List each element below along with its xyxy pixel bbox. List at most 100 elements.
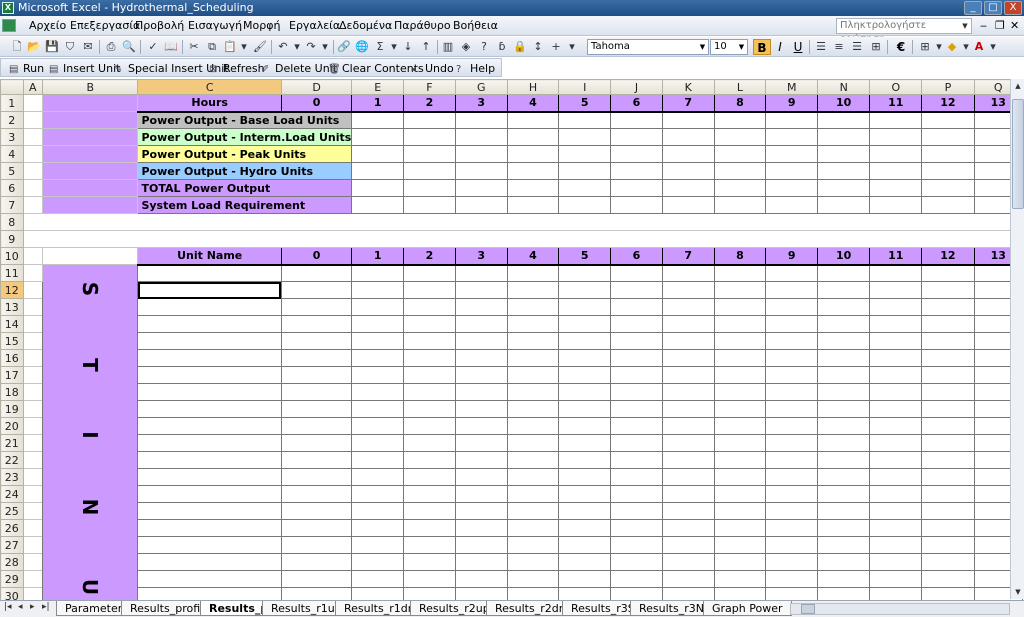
value-cell[interactable] (921, 366, 975, 384)
value-cell[interactable] (351, 264, 405, 282)
value-cell[interactable] (403, 281, 456, 299)
value-cell[interactable] (506, 162, 560, 180)
value-cell[interactable] (403, 400, 456, 418)
value-cell[interactable] (661, 468, 715, 486)
cell[interactable] (42, 179, 139, 197)
value-cell[interactable] (454, 400, 508, 418)
row-header[interactable]: 13 (0, 298, 24, 316)
value-cell[interactable] (454, 536, 508, 554)
cell[interactable] (22, 536, 44, 554)
value-cell[interactable] (351, 315, 405, 333)
row-header[interactable]: 12 (0, 281, 24, 299)
value-cell[interactable] (610, 179, 663, 197)
cell[interactable] (506, 213, 560, 231)
value-cell[interactable] (454, 519, 508, 537)
cell[interactable] (610, 230, 663, 248)
value-cell[interactable] (403, 179, 456, 197)
column-header[interactable]: O (869, 79, 923, 95)
value-cell[interactable] (610, 383, 663, 401)
value-cell[interactable] (506, 485, 560, 503)
format-painter-icon[interactable]: 🖌 (253, 40, 267, 54)
value-cell[interactable] (351, 179, 405, 197)
value-cell[interactable] (610, 128, 663, 146)
value-cell[interactable] (765, 298, 819, 316)
scroll-thumb[interactable] (1012, 99, 1024, 209)
value-cell[interactable] (454, 179, 508, 197)
value-cell[interactable] (280, 366, 353, 384)
row-header[interactable]: 29 (0, 570, 24, 588)
scroll-down-icon[interactable]: ▼ (1012, 585, 1024, 599)
first-sheet-icon[interactable]: |◂ (4, 602, 12, 612)
value-cell[interactable] (817, 383, 871, 401)
column-header[interactable]: H (506, 79, 560, 95)
value-cell[interactable] (661, 400, 715, 418)
row-header[interactable]: 14 (0, 315, 24, 333)
value-cell[interactable] (661, 145, 715, 163)
unit-name-cell[interactable] (137, 434, 282, 452)
column-header[interactable]: C (137, 79, 282, 95)
print-preview-icon[interactable]: 🔍 (122, 40, 136, 54)
value-cell[interactable] (558, 179, 612, 197)
value-cell[interactable] (661, 298, 715, 316)
clear-contents-button[interactable]: 🗑Clear Contents (328, 61, 424, 76)
value-cell[interactable] (454, 451, 508, 469)
value-cell[interactable] (403, 553, 456, 571)
value-cell[interactable] (661, 264, 715, 282)
value-cell[interactable] (610, 553, 663, 571)
cell[interactable] (22, 383, 44, 401)
value-cell[interactable] (558, 111, 612, 129)
row-header[interactable]: 3 (0, 128, 24, 146)
chevron-down-icon[interactable]: ▾ (387, 40, 401, 54)
value-cell[interactable] (403, 451, 456, 469)
cell[interactable] (42, 128, 139, 146)
value-cell[interactable] (558, 536, 612, 554)
value-cell[interactable] (558, 417, 612, 435)
value-cell[interactable] (661, 434, 715, 452)
value-cell[interactable] (817, 519, 871, 537)
excel-app-icon[interactable]: X (2, 2, 14, 14)
value-cell[interactable] (817, 298, 871, 316)
value-cell[interactable] (610, 298, 663, 316)
value-cell[interactable] (280, 315, 353, 333)
value-cell[interactable] (558, 264, 612, 282)
cell[interactable] (22, 230, 44, 248)
align-left-icon[interactable]: ☰ (814, 40, 828, 54)
value-cell[interactable] (558, 298, 612, 316)
value-cell[interactable] (454, 298, 508, 316)
value-cell[interactable] (506, 298, 560, 316)
value-cell[interactable] (869, 196, 923, 214)
value-cell[interactable] (454, 281, 508, 299)
byte-icon[interactable]: ɓ (495, 40, 509, 54)
value-cell[interactable] (403, 570, 456, 588)
cell[interactable] (22, 417, 44, 435)
run-button[interactable]: ▤ Run (9, 61, 44, 76)
unit-name-cell[interactable] (137, 451, 282, 469)
value-cell[interactable] (351, 366, 405, 384)
value-cell[interactable] (817, 485, 871, 503)
spreadsheet-grid[interactable]: A B C D E F G H I J K L M N O P Q 1 Hours 0 1 2 3 4 5 6 7 8 9 10 11 12 1… (0, 79, 1024, 605)
menu-edit[interactable]: Επεξεργασία (70, 19, 140, 32)
cell[interactable] (42, 196, 139, 214)
cell[interactable] (403, 213, 456, 231)
select-all-corner[interactable] (0, 79, 24, 95)
unit-name-cell[interactable] (137, 485, 282, 503)
row-header[interactable]: 22 (0, 451, 24, 469)
value-cell[interactable] (454, 434, 508, 452)
value-cell[interactable] (713, 196, 767, 214)
value-cell[interactable] (280, 485, 353, 503)
merge-center-icon[interactable]: ⊞ (869, 40, 883, 54)
value-cell[interactable] (713, 570, 767, 588)
menu-insert[interactable]: Εισαγωγή (188, 19, 242, 32)
chevron-down-icon[interactable]: ▼ (960, 20, 970, 32)
value-cell[interactable] (403, 128, 456, 146)
value-cell[interactable] (506, 128, 560, 146)
cell[interactable] (351, 230, 405, 248)
cell[interactable] (22, 145, 44, 163)
value-cell[interactable] (454, 349, 508, 367)
value-cell[interactable] (280, 519, 353, 537)
copy-icon[interactable]: ⧉ (205, 40, 219, 54)
value-cell[interactable] (765, 145, 819, 163)
value-cell[interactable] (713, 264, 767, 282)
value-cell[interactable] (280, 298, 353, 316)
value-cell[interactable] (506, 553, 560, 571)
